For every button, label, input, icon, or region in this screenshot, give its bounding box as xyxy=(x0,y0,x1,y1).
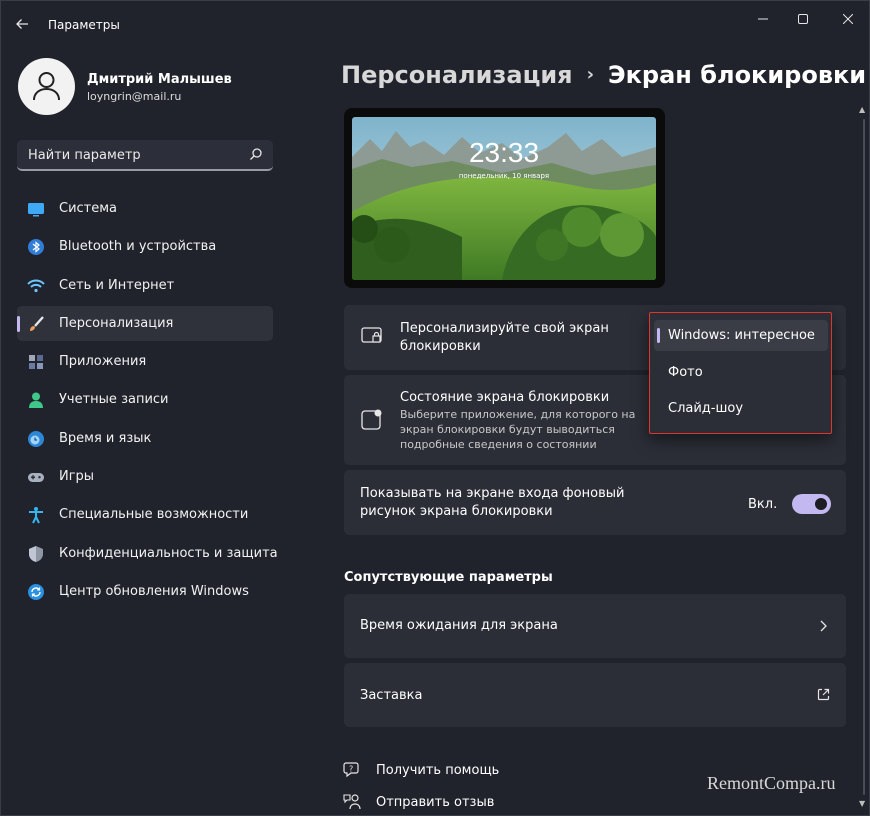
signin-background-toggle[interactable] xyxy=(792,494,831,514)
back-arrow-icon xyxy=(16,19,28,29)
watermark: RemontCompa.ru xyxy=(707,773,836,793)
svg-text:?: ? xyxy=(349,765,353,774)
wifi-icon xyxy=(27,279,45,292)
user-name: Дмитрий Малышев xyxy=(87,72,232,87)
system-icon xyxy=(28,203,44,217)
signin-background-card: Показывать на экране входа фоновый рисун… xyxy=(344,470,846,535)
status-card-description: Выберите приложение, для которого на экр… xyxy=(400,408,636,451)
search-placeholder: Найти параметр xyxy=(28,148,141,163)
screen-timeout-link[interactable]: Время ожидания для экрана xyxy=(344,594,846,658)
scroll-up-arrow[interactable]: ▲ xyxy=(859,105,865,114)
sidebar-item-label: Центр обновления Windows xyxy=(59,583,249,599)
close-button[interactable] xyxy=(825,7,870,31)
sidebar-item-label: Конфиденциальность и защита xyxy=(59,545,278,561)
sidebar-item-label: Bluetooth и устройства xyxy=(59,239,217,255)
sidebar-item-privacy[interactable]: Конфиденциальность и защита xyxy=(17,536,278,571)
dropdown-option-spotlight[interactable]: Windows: интересное xyxy=(654,320,828,351)
dropdown-option-photo[interactable]: Фото xyxy=(654,357,828,388)
user-email: loyngrin@mail.ru xyxy=(87,90,182,103)
scrollbar[interactable] xyxy=(863,119,865,795)
sidebar-item-label: Система xyxy=(59,201,118,216)
sidebar-nav: Система Bluetooth и устройства Сеть и Ин… xyxy=(17,191,278,612)
maximize-button[interactable] xyxy=(780,7,826,31)
chevron-right-icon xyxy=(820,620,827,632)
shield-icon xyxy=(29,545,43,562)
settings-window: Параметры Дмитрий Малышев loyngrin@mail.… xyxy=(0,0,870,816)
signin-card-title: Показывать на экране входа фоновый рисун… xyxy=(360,486,625,519)
sidebar-item-network[interactable]: Сеть и Интернет xyxy=(17,268,273,303)
brush-icon xyxy=(30,316,44,331)
toggle-state-label: Вкл. xyxy=(748,497,778,512)
lock-screen-icon xyxy=(361,327,382,343)
active-indicator xyxy=(17,315,20,332)
background-type-dropdown[interactable]: Windows: интересное Фото Слайд-шоу xyxy=(649,312,832,434)
breadcrumb-separator: › xyxy=(586,64,595,85)
time-language-icon xyxy=(28,430,44,447)
external-link-icon xyxy=(817,688,830,701)
screensaver-label: Заставка xyxy=(360,688,423,703)
page-title: Персонализация › Экран блокировки xyxy=(341,61,866,89)
sidebar-item-label: Приложения xyxy=(59,354,147,370)
dropdown-option-label: Фото xyxy=(668,365,703,380)
sidebar-item-accounts[interactable]: Учетные записи xyxy=(17,382,273,417)
app-title: Параметры xyxy=(48,18,120,32)
sidebar-item-label: Персонализация xyxy=(59,315,174,331)
preview-wallpaper: 23:33 понедельник, 10 января xyxy=(352,117,656,280)
preview-date: понедельник, 10 января xyxy=(458,172,550,180)
account-icon xyxy=(29,392,43,409)
sidebar-item-apps[interactable]: Приложения xyxy=(17,344,273,379)
dropdown-option-label: Слайд-шоу xyxy=(668,401,744,416)
sidebar-item-accessibility[interactable]: Специальные возможности xyxy=(17,497,273,532)
close-icon xyxy=(842,13,854,25)
dropdown-option-slideshow[interactable]: Слайд-шоу xyxy=(654,393,828,424)
avatar[interactable] xyxy=(18,58,75,115)
preview-time: 23:33 xyxy=(468,137,540,168)
sidebar-item-personalization[interactable]: Персонализация xyxy=(17,305,273,341)
related-settings-heading: Сопутствующие параметры xyxy=(344,570,553,585)
apps-icon xyxy=(29,355,43,370)
gamepad-icon xyxy=(28,473,44,483)
send-feedback-label: Отправить отзыв xyxy=(376,795,495,810)
sidebar-item-bluetooth[interactable]: Bluetooth и устройства xyxy=(17,229,273,264)
maximize-icon xyxy=(798,14,808,24)
sidebar-item-windows-update[interactable]: Центр обновления Windows xyxy=(17,574,273,609)
screen-timeout-label: Время ожидания для экрана xyxy=(360,618,558,633)
personalize-card-title: Персонализируйте свой экран блокировки xyxy=(400,321,609,354)
sidebar-item-label: Сеть и Интернет xyxy=(59,277,175,293)
toggle-knob xyxy=(815,498,827,510)
back-button[interactable] xyxy=(11,13,33,35)
accessibility-icon xyxy=(29,507,43,524)
user-icon xyxy=(33,72,60,101)
sidebar-item-system[interactable]: Система xyxy=(17,191,273,226)
breadcrumb-personalization[interactable]: Персонализация xyxy=(341,61,573,89)
lock-screen-preview: 23:33 понедельник, 10 января xyxy=(344,108,665,288)
selected-indicator xyxy=(657,328,660,343)
title-bar: Параметры xyxy=(1,1,869,41)
minimize-icon xyxy=(758,18,768,20)
sidebar-item-label: Время и язык xyxy=(59,430,152,446)
current-page-title: Экран блокировки xyxy=(608,61,867,89)
search-icon[interactable] xyxy=(249,147,263,161)
bluetooth-icon xyxy=(28,239,44,256)
help-icon: ? xyxy=(343,762,359,778)
search-input[interactable]: Найти параметр xyxy=(17,140,273,171)
sidebar-item-label: Специальные возможности xyxy=(59,507,249,523)
get-help-label: Получить помощь xyxy=(376,763,500,778)
sidebar-item-label: Игры xyxy=(59,469,95,485)
status-card-title: Состояние экрана блокировки xyxy=(400,390,610,405)
update-icon xyxy=(28,583,44,600)
feedback-icon xyxy=(343,794,361,810)
status-icon xyxy=(361,409,382,430)
screensaver-link[interactable]: Заставка xyxy=(344,663,846,727)
sidebar-item-gaming[interactable]: Игры xyxy=(17,459,273,494)
dropdown-option-label: Windows: интересное xyxy=(668,328,815,343)
scroll-down-arrow[interactable]: ▼ xyxy=(859,799,865,808)
sidebar-item-time-language[interactable]: Время и язык xyxy=(17,421,273,456)
sidebar-item-label: Учетные записи xyxy=(59,392,169,408)
